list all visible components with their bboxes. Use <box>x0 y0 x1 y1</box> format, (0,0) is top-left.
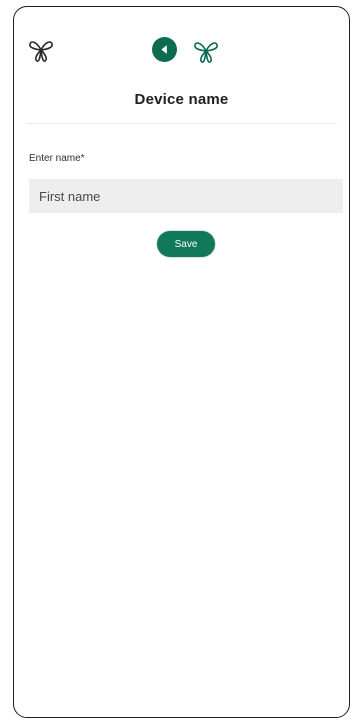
back-arrow-icon <box>161 45 167 54</box>
save-button[interactable]: Save <box>157 231 215 257</box>
butterfly-logo-icon <box>192 37 220 65</box>
title-divider <box>26 123 337 124</box>
device-frame: Device name Enter name* Save <box>13 6 350 718</box>
butterfly-logo-icon <box>27 36 55 64</box>
back-button[interactable] <box>152 37 177 62</box>
page-title: Device name <box>134 91 229 108</box>
enter-name-label: Enter name* <box>29 153 85 164</box>
name-input[interactable] <box>29 179 343 213</box>
top-bar <box>14 7 349 81</box>
